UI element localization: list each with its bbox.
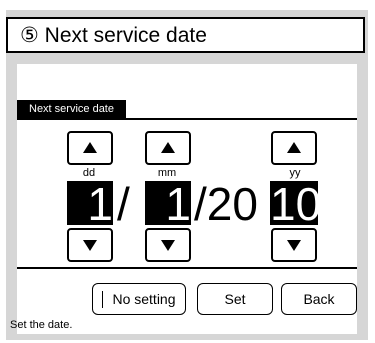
status-message: Set the date. — [10, 319, 73, 331]
set-button[interactable]: Set — [197, 283, 273, 315]
day-down-button[interactable] — [67, 228, 113, 262]
top-divider — [17, 118, 357, 120]
month-label: mm — [157, 167, 177, 179]
month-up-button[interactable] — [145, 131, 191, 165]
back-button[interactable]: Back — [281, 283, 357, 315]
month-value[interactable]: 1 — [145, 181, 191, 225]
separator-mark — [102, 291, 103, 308]
year-label: yy — [289, 167, 301, 179]
no-setting-button[interactable]: No setting — [92, 283, 186, 315]
down-arrow-icon — [161, 240, 175, 252]
bottom-divider — [17, 267, 357, 269]
day-up-button[interactable] — [67, 131, 113, 165]
no-setting-label: No setting — [112, 291, 176, 307]
year-down-button[interactable] — [271, 228, 317, 262]
section-label: Next service date — [17, 100, 126, 118]
year-value[interactable]: 10 — [270, 181, 318, 225]
down-arrow-icon — [287, 240, 301, 252]
up-arrow-icon — [161, 141, 175, 153]
page-title: ⑤ Next service date — [20, 24, 207, 47]
date-separator: / — [117, 178, 130, 230]
day-label: dd — [82, 167, 96, 179]
back-label: Back — [303, 291, 335, 307]
down-arrow-icon — [83, 240, 97, 252]
set-label: Set — [224, 291, 246, 307]
up-arrow-icon — [83, 141, 97, 153]
month-down-button[interactable] — [145, 228, 191, 262]
year-up-button[interactable] — [271, 131, 317, 165]
title-bar: ⑤ Next service date — [6, 17, 365, 53]
year-prefix: /20 — [194, 178, 258, 230]
up-arrow-icon — [287, 141, 301, 153]
day-value[interactable]: 1 — [67, 181, 113, 225]
